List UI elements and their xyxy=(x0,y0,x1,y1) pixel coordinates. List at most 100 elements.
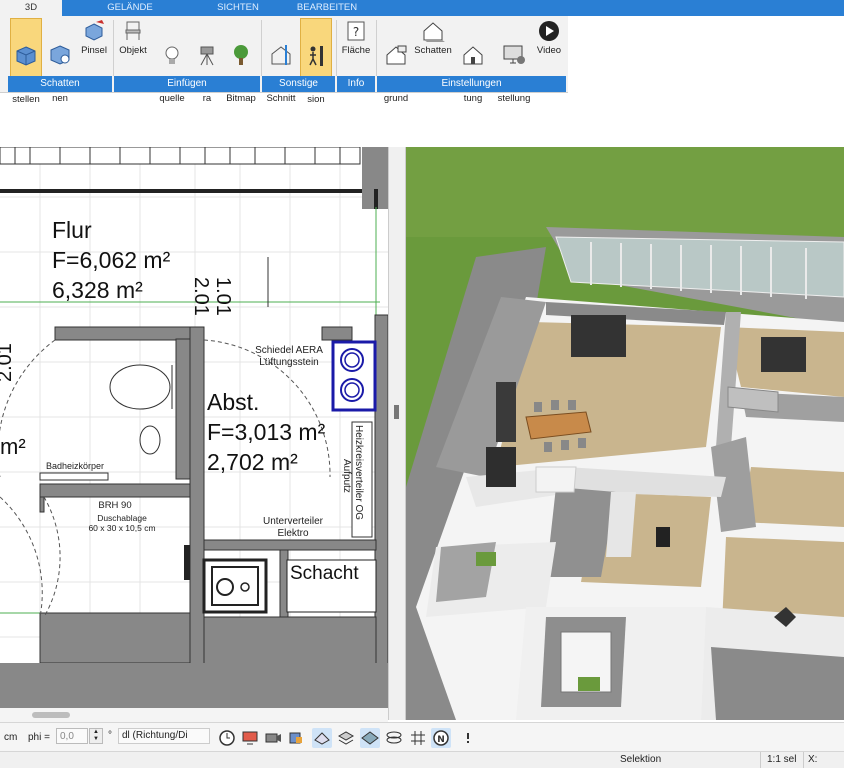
unit-label: cm xyxy=(4,732,18,743)
group-einfuegen: Einfügen xyxy=(114,76,260,92)
unterverteiler-line1: Unterverteiler xyxy=(262,516,324,527)
phi-stepper[interactable]: ▲ ▼ xyxy=(89,728,103,744)
tab-gelaende[interactable]: GELÄNDE xyxy=(98,0,162,16)
hintergrund-button[interactable]: Hinter- grund xyxy=(378,18,417,104)
svg-text:?: ? xyxy=(353,25,359,39)
unterverteiler-line2: Elektro xyxy=(277,528,309,539)
schiedel-line2: Lüftungsstein xyxy=(259,357,319,368)
svg-text:N: N xyxy=(437,735,445,745)
walk-collision-icon xyxy=(309,46,323,66)
paint-bucket-icon[interactable] xyxy=(286,728,306,748)
status-x-coordinate: X: xyxy=(808,754,818,765)
objekt-label: Objekt xyxy=(119,45,147,56)
degree-label: ° xyxy=(108,730,112,741)
room-abst-area-net: 2,702 m² xyxy=(207,449,298,475)
room-left-area-fragment: m² xyxy=(0,434,26,459)
splitter-handle[interactable] xyxy=(394,405,399,419)
ribbon-empty-area xyxy=(568,16,844,92)
pane-splitter[interactable] xyxy=(388,147,406,720)
separator xyxy=(261,20,262,76)
duschablage-line2: 60 x 30 x 10,5 cm xyxy=(88,523,156,533)
room-flur-name: Flur xyxy=(52,217,92,243)
rechnen-button[interactable]: Rech- nen xyxy=(44,18,80,104)
scrollbar-thumb[interactable] xyxy=(32,712,70,718)
flaeche-label: Fläche xyxy=(341,45,371,56)
pinsel-button[interactable]: Pinsel xyxy=(78,18,110,78)
status-scale: 1:1 sel xyxy=(767,754,797,765)
ribbon-tab-bar: 3D GELÄNDE SICHTEN BEARBEITEN xyxy=(0,0,844,16)
schiedel-label: Schiedel AERA Lüftungsstein xyxy=(244,345,334,369)
heizkreis-line1: Heizkreisverteiler OG xyxy=(353,425,364,521)
monitor-settings-icon xyxy=(503,45,525,64)
badheizkoerper-label: Badheizkörper xyxy=(46,461,105,471)
layer-view-icon[interactable] xyxy=(312,728,332,748)
plane-icon[interactable] xyxy=(360,728,380,748)
3d-schnitt-button[interactable]: 3D- Schnitt xyxy=(264,18,298,104)
tab-3d[interactable]: 3D xyxy=(0,0,62,16)
unterverteiler-label: Unterverteiler Elektro xyxy=(236,516,350,540)
play-icon xyxy=(539,21,559,41)
duschablage-label: Duschablage 60 x 30 x 10,5 cm xyxy=(70,513,174,533)
dl-select[interactable]: dl (Richtung/Di xyxy=(118,728,210,744)
objekt-button[interactable]: Objekt xyxy=(116,18,150,78)
status-divider xyxy=(803,752,804,768)
flaeche-button[interactable]: ? Fläche xyxy=(338,18,374,78)
dl-select-value: dl (Richtung/Di xyxy=(122,730,188,741)
heizkreis-line2: Aufputz xyxy=(341,459,352,493)
separator xyxy=(376,20,377,76)
bitmap-button[interactable]: 3D- Bitmap xyxy=(224,18,258,104)
more-options-icon[interactable] xyxy=(458,728,478,748)
darstellung-button[interactable]: Dar- stellung xyxy=(495,18,533,104)
phi-input[interactable] xyxy=(56,728,88,744)
schatten-settings-button[interactable]: Schatten xyxy=(413,18,453,78)
floor-plan-view[interactable]: Flur F=6,062 m² 6,328 m² 1.01 2.01 2.01 … xyxy=(0,147,388,720)
house-background-icon xyxy=(386,45,407,65)
tab-bearbeiten[interactable]: BEARBEITEN xyxy=(292,0,362,16)
grid-icon[interactable] xyxy=(408,728,428,748)
area-info-icon: ? xyxy=(347,21,365,41)
light-bulb-icon xyxy=(165,46,179,64)
tree-icon xyxy=(234,45,248,65)
beleuchtung-button[interactable]: Beleuch- tung xyxy=(453,18,501,104)
cube-compute-icon xyxy=(50,45,70,65)
kamera-button[interactable]: Kame- ra xyxy=(192,18,231,104)
group-info: Info xyxy=(337,76,375,92)
group-einstellungen: Einstellungen xyxy=(377,76,566,92)
separator xyxy=(113,20,114,76)
floors-icon[interactable] xyxy=(384,728,404,748)
stack-icon[interactable] xyxy=(336,728,356,748)
house-light-icon xyxy=(463,46,483,65)
bottom-toolbar: cm phi = ▲▼ ° dl (Richtung/Di N xyxy=(0,722,844,752)
camera-icon[interactable] xyxy=(263,728,283,748)
lichtquelle-button[interactable]: Licht- quelle xyxy=(152,18,192,104)
room-flur-area-net: 6,328 m² xyxy=(52,277,143,303)
schacht-label: Schacht xyxy=(290,563,359,584)
room-abst-label: Abst. F=3,013 m² 2,702 m² xyxy=(207,387,325,477)
paint-brush-icon xyxy=(85,20,104,41)
cube-render-icon xyxy=(16,46,36,66)
tab-sichten[interactable]: SICHTEN xyxy=(206,0,270,16)
monitor-icon[interactable] xyxy=(240,728,260,748)
ribbon: Dar- stellen Rech- nen Pinsel Objekt Lic… xyxy=(0,16,568,105)
video-label: Video xyxy=(536,45,562,56)
darstellen-button[interactable]: Dar- stellen xyxy=(10,18,42,105)
video-button[interactable]: Video xyxy=(533,18,565,78)
3d-view[interactable] xyxy=(406,147,844,720)
north-icon[interactable]: N xyxy=(431,728,451,748)
room-abst-name: Abst. xyxy=(207,389,260,415)
plan-horizontal-scrollbar[interactable] xyxy=(0,708,388,722)
kollision-button[interactable]: Kolli- sion xyxy=(300,18,333,105)
dimension-value-bottom: 2.01 xyxy=(190,277,212,316)
duschablage-line1: Duschablage xyxy=(97,513,147,523)
dimension-value-top: 1.01 xyxy=(212,277,234,316)
dimension-label: 1.01 2.01 xyxy=(190,277,234,316)
phi-label: phi = xyxy=(28,732,50,743)
group-sonstige: Sonstige xyxy=(262,76,335,92)
clock-icon[interactable] xyxy=(217,728,237,748)
schatten-settings-label: Schatten xyxy=(414,45,452,56)
heizkreis-label: Heizkreisverteiler OG Aufputz xyxy=(340,425,364,520)
3d-scene xyxy=(406,147,844,720)
separator xyxy=(336,20,337,76)
camera-tripod-icon xyxy=(200,46,214,66)
status-mode: Selektion xyxy=(620,754,662,765)
